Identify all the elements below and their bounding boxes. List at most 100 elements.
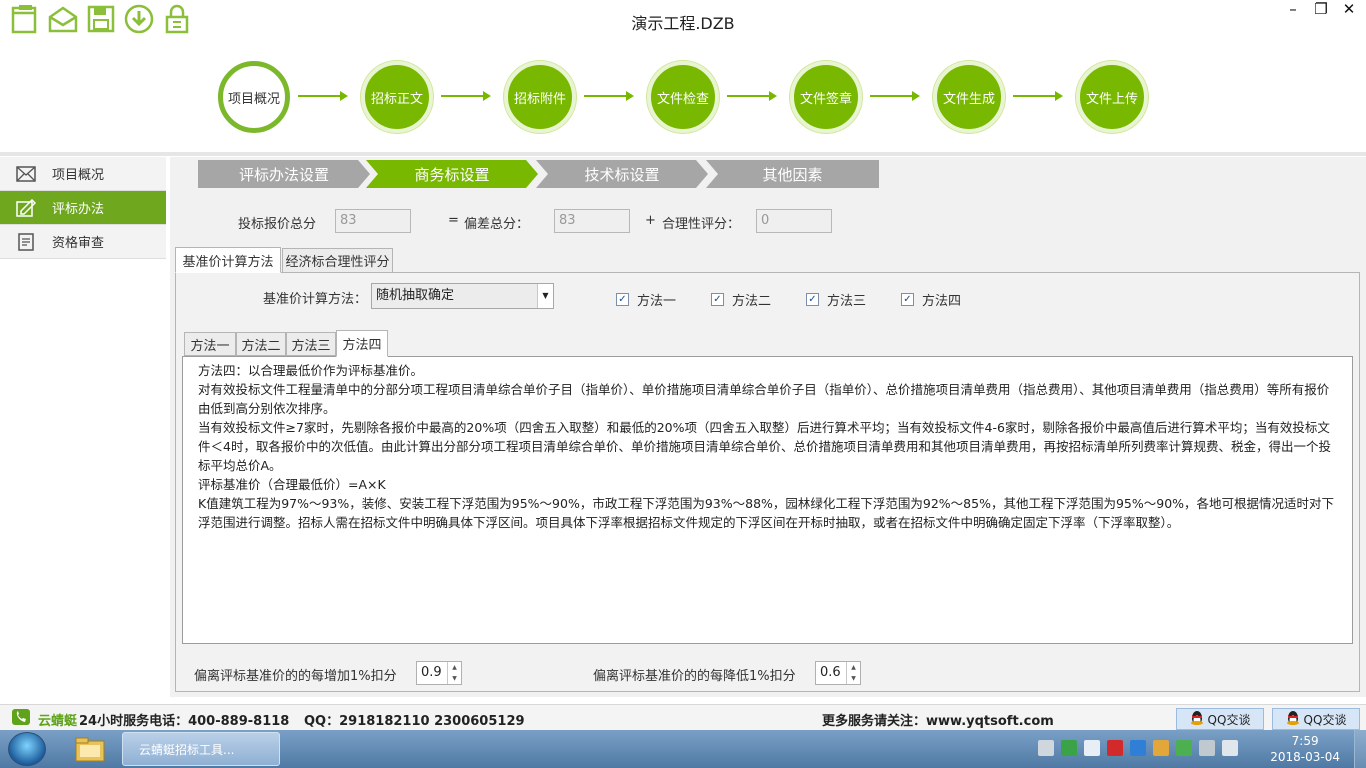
document-icon <box>16 232 36 251</box>
checkbox-checked-icon[interactable]: ✓ <box>901 293 914 306</box>
taskbar-app-button[interactable]: 云蜻蜓招标工具... <box>122 732 280 766</box>
rationality-score-field: 0 <box>756 209 832 233</box>
decrease-deduction-stepper[interactable]: 0.6 ▲ ▼ <box>815 661 861 685</box>
sidebar-item-qualification-review[interactable]: 资格审查 <box>0 225 166 259</box>
method-description-textarea[interactable]: 方法四：以合理最低价作为评标基准价。 对有效投标文件工程量清单中的分部分项工程项… <box>182 356 1353 644</box>
window-title: 演示工程.DZB <box>631 14 735 33</box>
rationality-score-label: 合理性评分： <box>662 217 741 232</box>
minimize-button[interactable]: – <box>1282 0 1304 18</box>
status-bar: 云蜻蜓 24小时服务电话：400-889-8118 QQ：2918182110 … <box>0 704 1366 730</box>
select-value: 随机抽取确定 <box>376 288 455 303</box>
step-file-check[interactable]: 文件检查 <box>647 61 719 133</box>
arrow-icon <box>298 91 348 101</box>
deviation-total-field: 83 <box>554 209 630 233</box>
taskbar: 云蜻蜓招标工具... 7:59 2018-03-04 <box>0 730 1366 768</box>
sidebar-item-evaluation-method[interactable]: 评标办法 <box>0 191 166 225</box>
system-tray <box>1038 740 1238 756</box>
sidebar-item-label: 项目概况 <box>52 168 105 183</box>
close-button[interactable]: ✕ <box>1338 0 1360 18</box>
checkbox-checked-icon[interactable]: ✓ <box>806 293 819 306</box>
people-icon[interactable] <box>1153 740 1169 756</box>
method-text-line: 评标基准价（合理最低价）=A×K <box>198 477 386 492</box>
arrow-icon <box>870 91 920 101</box>
tab-other-factors[interactable]: 其他因素 <box>706 160 879 188</box>
ca-icon[interactable] <box>1107 740 1123 756</box>
increase-deduction-label: 偏离评标基准价的的每增加1%扣分 <box>194 669 397 684</box>
checkbox-checked-icon[interactable]: ✓ <box>711 293 724 306</box>
hotline-text: 24小时服务电话：400-889-8118 <box>79 714 290 729</box>
sidebar-item-project-overview[interactable]: 项目概况 <box>0 157 166 191</box>
benchmark-method-label: 基准价计算方法： <box>263 292 368 307</box>
benchmark-method-select[interactable]: 随机抽取确定 ▼ <box>371 283 554 309</box>
tab-method-4[interactable]: 方法四 <box>336 330 388 357</box>
plus-sign: + <box>645 213 656 228</box>
checkbox-label: 方法二 <box>732 294 772 309</box>
restore-button[interactable]: ❐ <box>1310 0 1332 18</box>
step-file-upload[interactable]: 文件上传 <box>1076 61 1148 133</box>
sidebar-item-label: 资格审查 <box>52 236 105 251</box>
checkbox-label: 方法三 <box>827 294 867 309</box>
method-text-line: 方法四：以合理最低价作为评标基准价。 <box>198 363 424 378</box>
method-text-line: K值建筑工程为97%～93%，装修、安装工程下浮范围为95%～90%，市政工程下… <box>198 496 1335 530</box>
tab-economic-rationality-score[interactable]: 经济标合理性评分 <box>282 248 393 273</box>
website-text: 更多服务请关注：www.yqtsoft.com <box>822 714 1054 729</box>
show-desktop-button[interactable] <box>1354 730 1366 768</box>
network-icon[interactable] <box>1222 740 1238 756</box>
checkbox-method-3[interactable]: ✓ 方法三 <box>806 290 866 309</box>
bid-total-field: 83 <box>335 209 411 233</box>
step-tender-text[interactable]: 招标正文 <box>361 61 433 133</box>
qq-penguin-icon <box>1190 710 1204 729</box>
clipboard-icon[interactable] <box>1084 740 1100 756</box>
tray-app-icon[interactable] <box>1061 740 1077 756</box>
step-project-overview[interactable]: 项目概况 <box>218 61 290 133</box>
taskbar-app-label: 云蜻蜓招标工具... <box>139 742 235 757</box>
edit-icon <box>16 198 36 217</box>
checkbox-method-1[interactable]: ✓ 方法一 <box>616 290 676 309</box>
tab-commercial-settings[interactable]: 商务标设置 <box>366 160 538 188</box>
tab-benchmark-calc-method[interactable]: 基准价计算方法 <box>175 247 281 273</box>
step-file-generate[interactable]: 文件生成 <box>933 61 1005 133</box>
tab-technical-settings[interactable]: 技术标设置 <box>536 160 708 188</box>
brand-name: 云蜻蜓 <box>38 714 78 729</box>
window-controls: – ❐ ✕ <box>1282 0 1360 18</box>
checkbox-method-2[interactable]: ✓ 方法二 <box>711 290 771 309</box>
sidebar-item-label: 评标办法 <box>52 202 105 217</box>
qq-button-label: QQ交谈 <box>1207 712 1251 727</box>
file-explorer-icon[interactable] <box>70 733 110 765</box>
clock[interactable]: 7:59 2018-03-04 <box>1270 733 1340 765</box>
checkbox-method-4[interactable]: ✓ 方法四 <box>901 290 961 309</box>
qq-button-label: QQ交谈 <box>1303 712 1347 727</box>
sidebar: 项目概况 评标办法 资格审查 <box>0 157 166 259</box>
action-center-icon[interactable] <box>1176 740 1192 756</box>
qq-chat-button-2[interactable]: QQ交谈 <box>1272 708 1360 730</box>
step-file-sign[interactable]: 文件签章 <box>790 61 862 133</box>
checkbox-checked-icon[interactable]: ✓ <box>616 293 629 306</box>
qq-chat-button-1[interactable]: QQ交谈 <box>1176 708 1264 730</box>
chevron-down-icon[interactable]: ▼ <box>537 284 553 308</box>
volume-muted-icon[interactable] <box>1199 740 1215 756</box>
equals-sign: = <box>448 213 459 228</box>
mail-icon <box>16 165 36 183</box>
clock-date: 2018-03-04 <box>1270 750 1340 764</box>
workflow-steps: 项目概况 招标正文 招标附件 文件检查 文件签章 文件生成 文件上传 <box>218 61 1158 133</box>
shield-icon[interactable] <box>1130 740 1146 756</box>
checkbox-label: 方法一 <box>637 294 677 309</box>
stepper-arrows-icon[interactable]: ▲ ▼ <box>846 662 860 684</box>
header-divider <box>0 152 1366 156</box>
method-text-line: 对有效投标文件工程量清单中的分部分项工程项目清单综合单价子目（指单价）、单价措施… <box>198 382 1330 416</box>
arrow-icon <box>1013 91 1063 101</box>
tab-method-2[interactable]: 方法二 <box>236 332 286 356</box>
start-button[interactable] <box>8 732 46 766</box>
tab-evaluation-method-settings[interactable]: 评标办法设置 <box>198 160 370 188</box>
keyboard-icon[interactable] <box>1038 740 1054 756</box>
stepper-arrows-icon[interactable]: ▲ ▼ <box>447 662 461 684</box>
qq-numbers-text: QQ：2918182110 2300605129 <box>304 714 525 729</box>
qq-penguin-icon <box>1286 710 1300 729</box>
tab-method-1[interactable]: 方法一 <box>184 332 236 356</box>
increase-deduction-stepper[interactable]: 0.9 ▲ ▼ <box>416 661 462 685</box>
checkbox-label: 方法四 <box>922 294 962 309</box>
decrease-deduction-label: 偏离评标基准价的的每降低1%扣分 <box>593 669 796 684</box>
step-tender-attachments[interactable]: 招标附件 <box>504 61 576 133</box>
tab-method-3[interactable]: 方法三 <box>286 332 336 356</box>
method-text-line: 当有效投标文件≥7家时，先剔除各报价中最高的20%项（四舍五入取整）和最低的20… <box>198 420 1331 473</box>
